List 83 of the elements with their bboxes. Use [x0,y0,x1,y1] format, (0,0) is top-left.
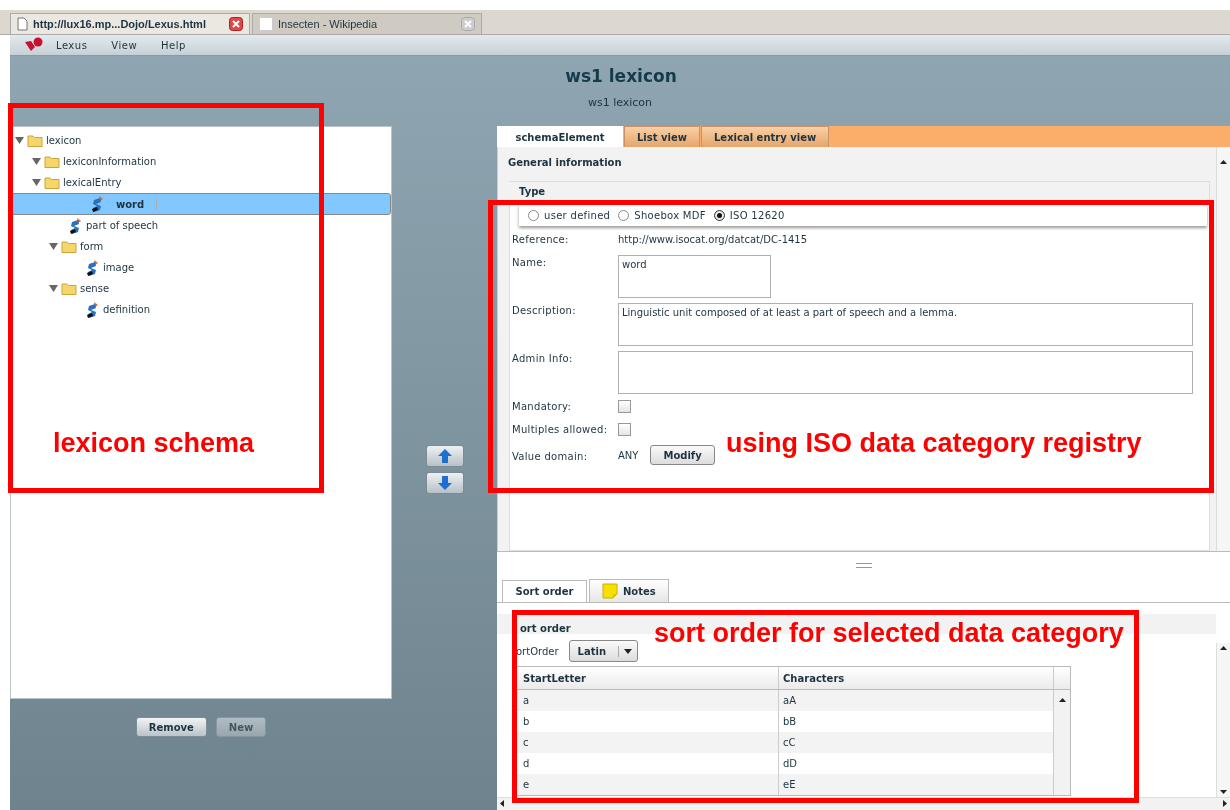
radio-button[interactable] [618,209,630,221]
down-arrow-icon [436,475,453,491]
move-down-button[interactable] [425,472,464,494]
radio-button[interactable] [713,209,725,221]
annotation-text: lexicon schema [53,428,255,459]
element-icon [91,195,105,213]
folder-icon [27,134,43,147]
table-cell-text: dD [782,757,799,771]
page-title: ws1 lexicon [565,66,677,86]
tree-item[interactable]: form [11,236,391,257]
remove-button[interactable]: Remove [135,717,207,737]
scrollbar[interactable] [1216,643,1230,797]
table-cell: a [513,690,779,711]
expanded-arrow-icon[interactable] [49,284,58,293]
radio-label[interactable]: ISO 12620 [729,209,785,221]
splitter-handle[interactable] [855,562,872,568]
scrollbar[interactable] [1216,147,1230,551]
tree-item[interactable]: lexicon [11,130,391,151]
menu-item[interactable]: View [99,39,150,51]
move-up-button[interactable] [425,445,464,467]
table-cell-text: bB [782,715,798,729]
radio-label[interactable]: user defined [544,209,611,221]
field-label: ortOrder [516,645,559,657]
element-icon [86,258,100,277]
field-label: Reference: [512,233,570,245]
folder-icon [61,240,77,253]
annotation-text: using ISO data category registry [726,428,1142,459]
element-icon [86,300,100,319]
folder-icon [44,176,60,189]
column-header[interactable]: StartLetter [513,667,779,689]
folder-icon [61,282,77,295]
tree-item[interactable]: definition [11,299,391,320]
page-icon [17,17,28,31]
field-label: Multiples allowed: [512,423,609,435]
page-subtitle: ws1 lexicon [587,96,653,109]
tab[interactable]: List view [624,126,700,147]
element-icon [69,216,83,235]
tree-item[interactable]: word [11,193,391,215]
expanded-arrow-icon[interactable] [15,136,24,145]
value-domain-text: ANY [618,449,639,461]
tree-item[interactable]: sense [11,278,391,299]
section-title: General information [508,157,623,170]
table-cell-text: eE [782,778,797,792]
menu-item[interactable]: Lexus [44,39,100,51]
radio-button[interactable] [528,209,539,221]
field-label: Description: [512,304,577,316]
tab[interactable]: Sort order [502,580,587,602]
radio-label[interactable]: Shoebox MDF [634,209,706,221]
field-label: Value domain: [512,449,589,462]
tree-item[interactable]: lexicalEntry [11,172,391,193]
table-cell: c [513,732,779,753]
tab[interactable]: schemaElement [497,126,623,147]
field-label: Mandatory: [512,400,573,412]
tab[interactable]: Lexical entry view [701,126,830,147]
expanded-arrow-icon[interactable] [49,242,58,251]
expanded-arrow-icon[interactable] [32,157,41,166]
sort-order-dropdown[interactable]: Latin [568,640,639,662]
checkbox[interactable] [618,423,631,436]
column-header[interactable]: Characters [779,667,1053,689]
annotation-text: sort order for selected data category [654,618,1124,649]
table-cell-text: cC [782,736,797,750]
text-area[interactable]: Linguistic unit composed of at least a part of speech and a lemma. [618,303,1193,346]
table-cell: e [513,774,779,795]
field-label: Name: [512,256,548,268]
folder-icon [44,155,60,168]
table-cell-text: aA [782,694,797,708]
field-label: Admin Info: [512,352,574,364]
close-icon[interactable] [229,17,243,31]
modify-button[interactable]: Modify [650,445,715,465]
tree-item[interactable]: lexiconInformation [11,151,391,172]
browser-tab[interactable]: http://lux16.mp...Dojo/Lexus.html [10,13,250,34]
expanded-arrow-icon[interactable] [32,178,41,187]
app-logo-icon [24,37,44,53]
tab[interactable]: Notes [589,579,669,602]
up-arrow-icon [436,448,453,464]
scrollbar[interactable] [1053,690,1070,795]
name-field[interactable]: word [618,255,771,298]
menu-item[interactable]: Help [149,39,198,51]
checkbox[interactable] [618,400,631,413]
tree-item[interactable]: image [11,257,391,278]
browser-tab[interactable]: Insecten - Wikipedia [252,13,482,34]
tree-item[interactable]: part of speech [11,215,391,236]
note-icon [602,583,618,599]
